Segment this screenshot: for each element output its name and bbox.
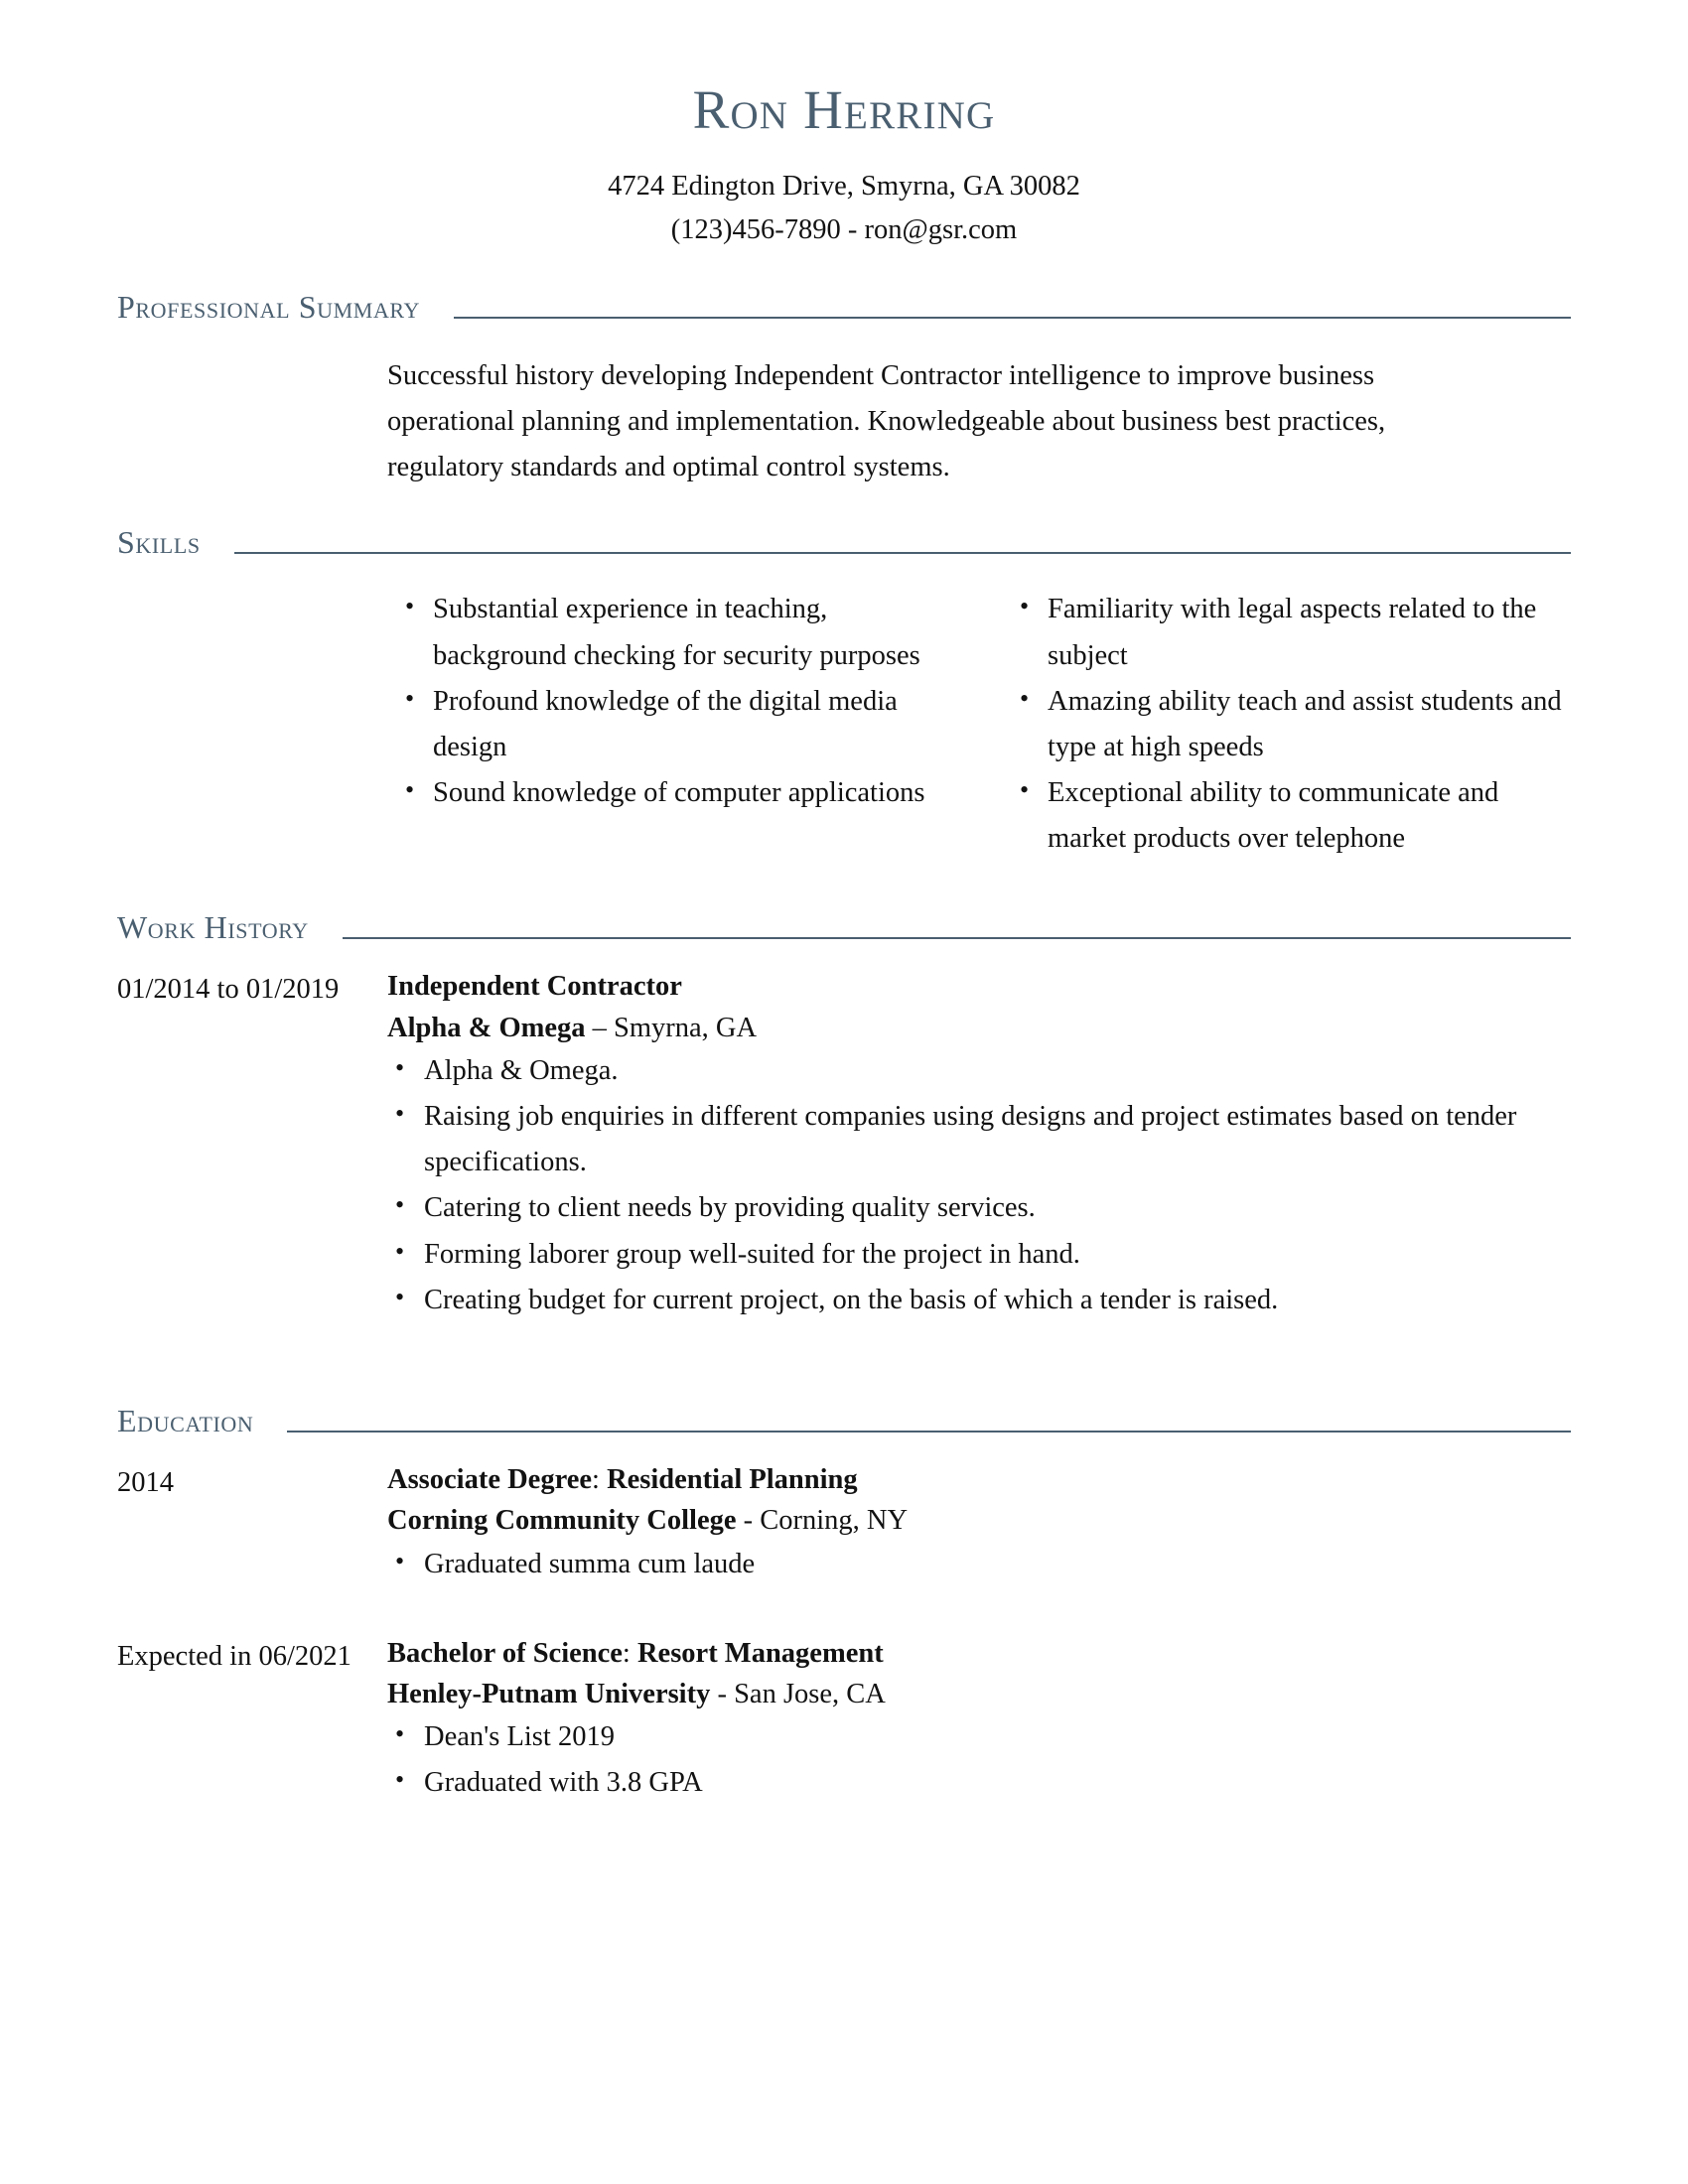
section-title-education: Education: [117, 1402, 254, 1438]
work-entry: 01/2014 to 01/2019 Independent Contractor…: [117, 966, 1571, 1323]
section-skills: Skills Substantial experience in teachin…: [117, 526, 1571, 862]
section-rule: [287, 1430, 1571, 1433]
education-major: Residential Planning: [607, 1463, 858, 1495]
education-degree-separator: :: [622, 1637, 637, 1669]
education-entry-bullets: Dean's List 2019Graduated with 3.8 GPA: [387, 1713, 1571, 1806]
education-entry-details: Associate Degree: Residential Planning Co…: [387, 1459, 1571, 1587]
section-title-skills: Skills: [117, 524, 201, 561]
education-bullet: Dean's List 2019: [387, 1713, 1571, 1760]
education-bullet: Graduated summa cum laude: [387, 1541, 1571, 1587]
education-entry-details: Bachelor of Science: Resort Management He…: [387, 1633, 1571, 1807]
education-entry-dates: 2014: [117, 1466, 174, 1498]
work-bullet: Catering to client needs by providing qu…: [387, 1184, 1571, 1231]
section-rule: [233, 552, 1571, 555]
skill-item: Amazing ability teach and assist student…: [1012, 678, 1571, 770]
education-school-line: Corning Community College - Corning, NY: [387, 1500, 1571, 1541]
section-education: Education 2014 Associate Degree: Resident…: [117, 1405, 1571, 1807]
skills-column-right: Familiarity with legal aspects related t…: [984, 586, 1571, 862]
education-degree-line: Bachelor of Science: Resort Management: [387, 1633, 1571, 1674]
education-degree-separator: :: [592, 1463, 608, 1495]
skill-item: Profound knowledge of the digital media …: [397, 678, 942, 770]
education-location: - Corning, NY: [736, 1505, 909, 1537]
education-body: 2014 Associate Degree: Residential Planni…: [117, 1445, 1571, 1807]
work-bullet: Alpha & Omega.: [387, 1047, 1571, 1094]
education-entry: Expected in 06/2021 Bachelor of Science: …: [117, 1633, 1571, 1807]
contact-phone-email: (123)456-7890 - ron@gsr.com: [670, 213, 1018, 245]
education-school: Corning Community College: [387, 1505, 737, 1537]
summary-body: Successful history developing Independen…: [117, 332, 1571, 490]
section-rule: [453, 316, 1571, 319]
work-bullet: Creating budget for current project, on …: [387, 1277, 1571, 1323]
work-bullet: Forming laborer group well-suited for th…: [387, 1231, 1571, 1278]
section-header-row: Skills: [117, 526, 1571, 561]
summary-paragraph: Successful history developing Independen…: [387, 359, 1386, 483]
section-title-professional-summary: Professional Summary: [117, 288, 420, 325]
section-work-history: Work History 01/2014 to 01/2019 Independe…: [117, 911, 1571, 1323]
candidate-name: Ron Herring: [692, 79, 996, 140]
resume-header: Ron Herring 4724 Edington Drive, Smyrna,…: [117, 0, 1571, 251]
work-entry-bullets: Alpha & Omega.Raising job enquiries in d…: [387, 1047, 1571, 1323]
skill-item: Substantial experience in teaching, back…: [397, 586, 942, 678]
skills-list-right: Familiarity with legal aspects related t…: [1012, 586, 1571, 862]
work-entry-location: – Smyrna, GA: [585, 1012, 758, 1043]
skills-column-left: Substantial experience in teaching, back…: [397, 586, 984, 862]
education-degree: Associate Degree: [387, 1463, 593, 1495]
section-rule: [342, 937, 1571, 940]
skill-item: Exceptional ability to communicate and m…: [1012, 769, 1571, 862]
skills-body: Substantial experience in teaching, back…: [117, 567, 1571, 862]
education-school: Henley-Putnam University: [387, 1678, 711, 1709]
contact-address: 4724 Edington Drive, Smyrna, GA 30082: [608, 171, 1080, 203]
section-header-row: Education: [117, 1405, 1571, 1439]
work-entry-title: Independent Contractor: [387, 971, 682, 1003]
section-professional-summary: Professional Summary Successful history …: [117, 291, 1571, 490]
work-entry-company: Alpha & Omega: [387, 1012, 586, 1043]
education-entry-bullets: Graduated summa cum laude: [387, 1541, 1571, 1587]
summary-content: Successful history developing Independen…: [387, 353, 1571, 490]
education-entry: 2014 Associate Degree: Residential Planni…: [117, 1459, 1571, 1587]
resume-page: Ron Herring 4724 Edington Drive, Smyrna,…: [0, 0, 1688, 2184]
education-degree: Bachelor of Science: [387, 1637, 623, 1669]
education-school-line: Henley-Putnam University - San Jose, CA: [387, 1674, 1571, 1714]
skills-list-left: Substantial experience in teaching, back…: [397, 586, 942, 816]
work-entry-company-line: Alpha & Omega – Smyrna, GA: [387, 1008, 1571, 1048]
education-bullet: Graduated with 3.8 GPA: [387, 1759, 1571, 1806]
skill-item: Sound knowledge of computer applications: [397, 769, 942, 816]
work-entry-dates: 01/2014 to 01/2019: [117, 974, 340, 1006]
work-bullet: Raising job enquiries in different compa…: [387, 1093, 1571, 1185]
education-major: Resort Management: [636, 1637, 884, 1669]
work-entry-details: Independent Contractor Alpha & Omega – Sm…: [387, 966, 1571, 1323]
education-degree-line: Associate Degree: Residential Planning: [387, 1459, 1571, 1500]
education-entry-dates: Expected in 06/2021: [117, 1640, 352, 1672]
education-location: - San Jose, CA: [710, 1678, 886, 1709]
section-title-work-history: Work History: [117, 909, 309, 946]
section-header-row: Professional Summary: [117, 291, 1571, 326]
section-header-row: Work History: [117, 911, 1571, 946]
work-history-body: 01/2014 to 01/2019 Independent Contractor…: [117, 952, 1571, 1323]
skill-item: Familiarity with legal aspects related t…: [1012, 586, 1571, 678]
summary-left-spacer: [117, 353, 387, 357]
